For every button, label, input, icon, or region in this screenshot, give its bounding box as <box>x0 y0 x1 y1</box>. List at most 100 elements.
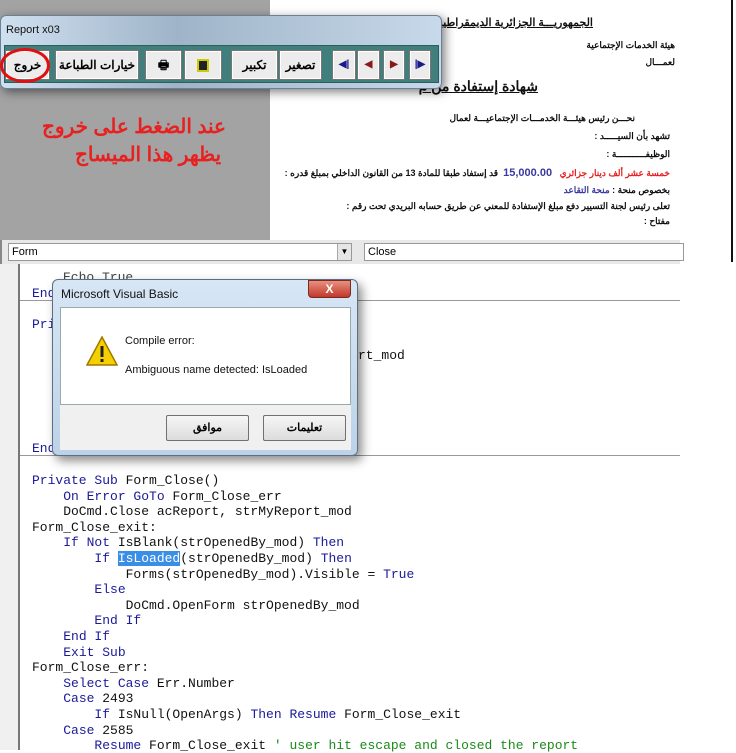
code-line: On Error GoTo Form_Close_err <box>32 488 282 504</box>
code-line: Resume Form_Close_exit ' user hit escape… <box>32 738 578 753</box>
report-org: هيئة الخدمات الإجتماعية <box>586 40 675 50</box>
code-token: Forms(strOpenedBy_mod).Visible = <box>32 566 384 582</box>
grant-label: بخصوص منحة : <box>612 185 670 195</box>
printer-icon: 🖶 <box>157 58 170 72</box>
code-token: Form_Close_exit <box>149 738 274 753</box>
code-token: Form_Close_err <box>172 488 282 504</box>
code-token: IsBlank(strOpenedBy_mod) <box>117 535 313 551</box>
code-combo-bar: Form ▼ Close <box>0 240 684 264</box>
code-token: Private Sub <box>32 473 126 488</box>
save-button[interactable] <box>184 50 222 80</box>
code-token: Form_Close_err: <box>32 660 150 676</box>
code-line: Case 2585 <box>32 723 133 738</box>
procedure-combo[interactable]: Close <box>364 243 684 261</box>
benefit-text: قد إستفاد طبقا للمادة 13 من القانون الدا… <box>284 168 499 178</box>
annotation-line1: عند الضغط على خروج <box>42 116 226 138</box>
code-line: If IsNull(OpenArgs) Then Resume Form_Clo… <box>32 707 461 722</box>
code-line: Form_Close_err: <box>32 660 149 675</box>
zoom-out-button[interactable]: تصغير <box>279 50 322 80</box>
code-line: Forms(strOpenedBy_mod).Visible = True <box>32 566 415 582</box>
next-page-icon: ▶ <box>390 59 398 70</box>
code-line: End If <box>32 613 141 628</box>
selected-text: IsLoaded <box>117 551 181 566</box>
last-page-icon: ▶| <box>414 59 426 70</box>
print-options-button[interactable]: خيارات الطباعة <box>55 50 139 80</box>
code-token: Then <box>320 551 352 566</box>
code-token: 2493 <box>102 691 134 707</box>
code-token: DoCmd.Close acReport, strMyReport_mod <box>32 504 352 520</box>
code-token: Else <box>94 582 126 598</box>
last-page-button[interactable]: ▶| <box>409 50 431 80</box>
previous-page-button[interactable]: ◀ <box>357 50 380 80</box>
code-line: Else <box>32 582 126 598</box>
warning-icon <box>86 336 118 366</box>
code-token: Resume <box>94 738 150 753</box>
error-heading: Compile error: <box>125 335 195 347</box>
code-token: (strOpenedBy_mod) <box>180 551 321 566</box>
code-token: On Error GoTo <box>63 488 173 504</box>
dialog-footer: موافق تعليمات <box>60 405 351 450</box>
report-toolbar-window: Report x03 خروج خيارات الطباعة 🖶 تكبير ت… <box>0 15 442 89</box>
code-line: DoCmd.Close acReport, strMyReport_mod <box>32 504 352 519</box>
code-line: If Not IsBlank(strOpenedBy_mod) Then <box>32 535 344 550</box>
report-job: الوظيفـــــــــــة : <box>606 149 670 159</box>
zoom-in-button[interactable]: تكبير <box>231 50 278 80</box>
code-token: Exit Sub <box>63 644 126 660</box>
save-icon <box>197 59 209 73</box>
ok-button[interactable]: موافق <box>166 415 249 441</box>
dialog-body: Compile error: Ambiguous name detected: … <box>60 307 351 405</box>
close-button[interactable]: X <box>308 280 351 298</box>
code-token: If <box>94 707 118 722</box>
amount: 15,000.00 <box>503 167 553 179</box>
code-token: If Not <box>63 535 118 551</box>
code-gutter <box>0 264 20 750</box>
annotation-line2: يظهر هذا الميساج <box>75 144 222 166</box>
code-token: Case <box>63 691 103 707</box>
code-token: DoCmd.OpenForm strOpenedBy_mod <box>32 597 360 613</box>
code-line: Case 2493 <box>32 691 133 706</box>
print-button[interactable]: 🖶 <box>145 50 182 80</box>
report-intro: نحـــن رئيس هيئـــة الخدمـــات الإجتماعي… <box>449 113 635 123</box>
code-token: ' user hit escape and closed the report <box>273 738 579 753</box>
code-token: Err.Number <box>156 675 235 691</box>
code-token: Form_Close_exit: <box>32 519 157 535</box>
code-token: If <box>94 551 118 566</box>
report-org2: لعمـــال <box>645 57 675 67</box>
highlight-circle <box>0 48 50 83</box>
code-token: End If <box>63 629 111 644</box>
code-token: End If <box>94 613 142 629</box>
grant-value: منحة التقاعد <box>563 185 610 195</box>
code-token: Then <box>312 535 345 551</box>
report-key: مفتاح : <box>643 216 670 226</box>
report-instruction: تعلى رئيس لجنة التسيير دفع مبلغ الإستفاد… <box>346 201 670 211</box>
chevron-down-icon[interactable]: ▼ <box>337 244 351 260</box>
code-line: rt_mod <box>358 348 405 363</box>
code-token: IsNull(OpenArgs) <box>117 707 251 722</box>
code-line: End If <box>32 629 110 644</box>
previous-page-icon: ◀ <box>364 59 373 70</box>
code-token: Form_Close_exit <box>344 707 462 722</box>
first-page-icon: |◀ <box>338 59 350 70</box>
first-page-button[interactable]: |◀ <box>332 50 356 80</box>
procedure-combo-value: Close <box>368 246 397 258</box>
dialog-title: Microsoft Visual Basic <box>61 287 179 301</box>
next-page-button[interactable]: ▶ <box>383 50 405 80</box>
code-token: True <box>383 566 415 582</box>
code-line: Exit Sub <box>32 644 126 660</box>
code-line: If IsLoaded(strOpenedBy_mod) Then <box>32 551 352 566</box>
code-token: Case <box>63 722 103 738</box>
help-button[interactable]: تعليمات <box>263 415 346 441</box>
report-certify: تشهد بأن السيـــــد : <box>594 131 670 141</box>
object-combo[interactable]: Form ▼ <box>8 243 352 261</box>
code-token: Then Resume <box>250 707 345 722</box>
error-dialog: Microsoft Visual Basic X Compile error: … <box>52 279 358 456</box>
report-toolbar: خروج خيارات الطباعة 🖶 تكبير تصغير |◀ ◀ ▶… <box>4 45 439 83</box>
